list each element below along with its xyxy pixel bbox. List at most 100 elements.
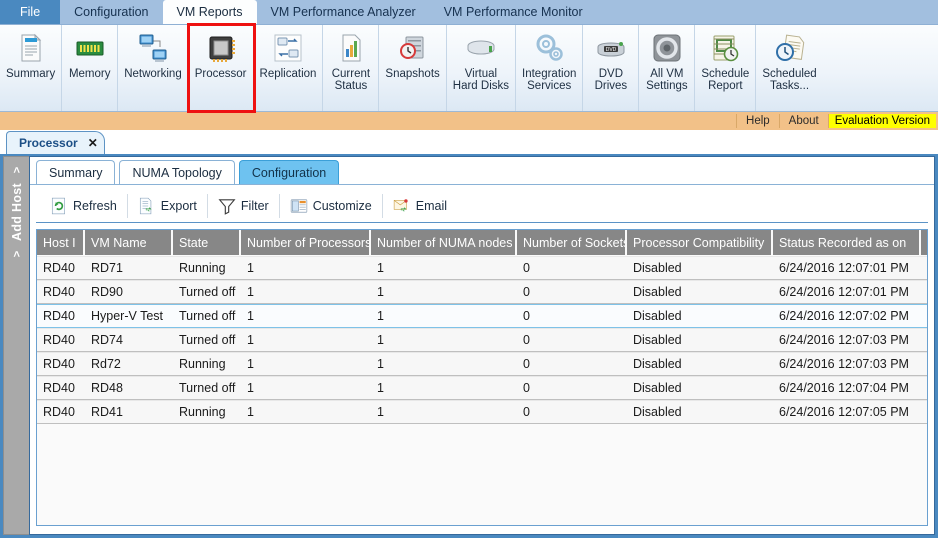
application-window: File Configuration VM Reports VM Performanc… [0, 0, 938, 538]
refresh-button[interactable]: Refresh [40, 193, 128, 218]
ribbon-button-label: DVD Drives [594, 68, 628, 92]
tab-summary[interactable]: Summary [36, 160, 116, 184]
ribbon-button-label: Scheduled Tasks... [762, 68, 817, 92]
ribbon-button-current-status[interactable]: Current Status [323, 25, 380, 111]
table-cell: Disabled [627, 376, 773, 400]
settings-gear-icon [650, 31, 684, 65]
column-header-number-of-sockets[interactable]: Number of Sockets [517, 230, 627, 256]
table-row[interactable]: RD40 RD48 Turned off 1 1 0 Disabled 6/24/2016 1… [37, 376, 927, 400]
action-label: Refresh [73, 198, 117, 213]
table-row[interactable]: RD40 Rd72 Running 1 1 0 Disabled 6/24/2016 12:0… [37, 352, 927, 376]
document-tab-label: Processor [19, 136, 78, 150]
column-header-status-recorded-as-on[interactable]: Status Recorded as on [773, 230, 921, 256]
tab-numa-topology[interactable]: NUMA Topology [119, 160, 235, 184]
document-tab-processor[interactable]: Processor ✕ [6, 131, 105, 154]
document-report-icon [14, 31, 48, 65]
close-icon[interactable]: ✕ [88, 136, 98, 150]
svg-text:DVD: DVD [606, 47, 617, 53]
menu-item-vm-reports[interactable]: VM Reports [162, 0, 257, 24]
report-tab-strip: Summary NUMA Topology Configuration [30, 157, 934, 185]
table-cell: RD40 [37, 280, 85, 304]
tab-configuration[interactable]: Configuration [238, 160, 340, 184]
ribbon-button-memory[interactable]: Memory [62, 25, 119, 111]
column-header-processor-compatibility[interactable]: Processor Compatibility [627, 230, 773, 256]
ribbon-button-scheduled-tasks[interactable]: Scheduled Tasks... [756, 25, 822, 111]
helpbar-item-help[interactable]: Help [736, 114, 779, 128]
network-computers-icon [136, 31, 170, 65]
table-cell: Disabled [627, 328, 773, 352]
menu-item-vm-performance-analyzer[interactable]: VM Performance Analyzer [257, 0, 430, 24]
report-grid-container[interactable]: Host I VM Name State Number of Processors Nu… [36, 229, 928, 526]
email-button[interactable]: Email [383, 194, 457, 218]
report-grid: Host I VM Name State Number of Processors Nu… [37, 230, 927, 424]
table-cell: Running [173, 352, 241, 376]
filter-button[interactable]: Filter [208, 193, 280, 218]
table-cell: 6/24/2016 12:07:05 PM [773, 400, 921, 424]
ribbon-button-networking[interactable]: Networking [118, 25, 189, 111]
ribbon-button-processor[interactable]: Processor [186, 23, 256, 113]
table-cell: 0 [517, 304, 627, 328]
table-cell: 1 [371, 376, 517, 400]
ribbon-button-dvd-drives[interactable]: DVD DVD Drives [583, 25, 640, 111]
report-panel: Summary NUMA Topology Configuration Refres… [29, 156, 935, 535]
table-cell [921, 256, 927, 280]
ribbon-button-replication[interactable]: Replication [254, 25, 324, 111]
export-button[interactable]: Export [128, 193, 208, 218]
table-cell: RD40 [37, 328, 85, 352]
column-header-number-of-numa-nodes[interactable]: Number of NUMA nodes [371, 230, 517, 256]
table-row[interactable]: RD40 RD71 Running 1 1 0 Disabled 6/24/2016 12:0… [37, 256, 927, 280]
table-cell: 1 [371, 328, 517, 352]
ribbon-button-all-vm-settings[interactable]: All VM Settings [639, 25, 696, 111]
customize-button[interactable]: Customize [280, 193, 383, 218]
table-cell: RD40 [37, 400, 85, 424]
filter-funnel-icon [218, 197, 236, 215]
table-cell: 1 [241, 304, 371, 328]
table-row[interactable]: RD40 Hyper-V Test Turned off 1 1 0 Disabled 6/2… [37, 304, 927, 328]
ribbon-toolbar: Summary Memory Networking Processor Replicat… [0, 23, 938, 113]
column-header-vm-name[interactable]: VM Name [85, 230, 173, 256]
table-cell [921, 400, 927, 424]
table-cell: Disabled [627, 304, 773, 328]
main-menu-bar: File Configuration VM Reports VM Performanc… [0, 0, 938, 25]
table-cell: 0 [517, 352, 627, 376]
table-row[interactable]: RD40 RD90 Turned off 1 1 0 Disabled 6/24/2016 1… [37, 280, 927, 304]
table-cell: 1 [241, 400, 371, 424]
table-cell: 0 [517, 400, 627, 424]
table-cell: RD74 [85, 328, 173, 352]
table-row[interactable]: RD40 RD74 Turned off 1 1 0 Disabled 6/24/2016 1… [37, 328, 927, 352]
menu-item-vm-performance-monitor[interactable]: VM Performance Monitor [430, 0, 597, 24]
ribbon-button-summary[interactable]: Summary [0, 25, 63, 111]
table-cell: Running [173, 256, 241, 280]
help-bar: Help About Evaluation Version [0, 112, 938, 130]
table-cell [921, 376, 927, 400]
ribbon-button-snapshots[interactable]: Snapshots [379, 25, 447, 111]
add-host-sidebar[interactable]: < Add Host < [3, 156, 29, 535]
ribbon-button-label: Virtual Hard Disks [452, 68, 510, 92]
table-cell: Turned off [173, 328, 241, 352]
table-cell: 6/24/2016 12:07:03 PM [773, 328, 921, 352]
menu-item-label: File [20, 5, 41, 19]
customize-grid-icon [290, 197, 308, 215]
report-grid-empty-area [37, 424, 927, 525]
table-cell: 6/24/2016 12:07:02 PM [773, 304, 921, 328]
menu-item-file[interactable]: File [0, 0, 61, 24]
column-header-host-i[interactable]: Host I [37, 230, 85, 256]
calendar-clock-icon [708, 31, 742, 65]
ribbon-button-schedule-report[interactable]: Schedule Report [695, 25, 757, 111]
helpbar-item-about[interactable]: About [778, 114, 828, 128]
ribbon-button-virtual-hard-disks[interactable]: Virtual Hard Disks [447, 25, 517, 111]
table-cell: 6/24/2016 12:07:03 PM [773, 352, 921, 376]
menu-item-configuration[interactable]: Configuration [60, 0, 162, 24]
column-header-state[interactable]: State [173, 230, 241, 256]
table-row[interactable]: RD40 RD41 Running 1 1 0 Disabled 6/24/2016 12:0… [37, 400, 927, 424]
chevron-left-icon-top: < [10, 166, 23, 174]
table-cell: Disabled [627, 256, 773, 280]
action-label: Email [415, 198, 448, 213]
report-action-toolbar: Refresh Export Filter Customize Email [36, 189, 928, 223]
report-content: Refresh Export Filter Customize Email Host I… [30, 185, 934, 534]
table-cell: 6/24/2016 12:07:01 PM [773, 256, 921, 280]
ribbon-button-integration-services[interactable]: Integration Services [516, 25, 584, 111]
column-header-blank[interactable] [921, 230, 927, 256]
column-header-number-of-processors[interactable]: Number of Processors [241, 230, 371, 256]
add-host-label: Add Host [9, 183, 24, 241]
